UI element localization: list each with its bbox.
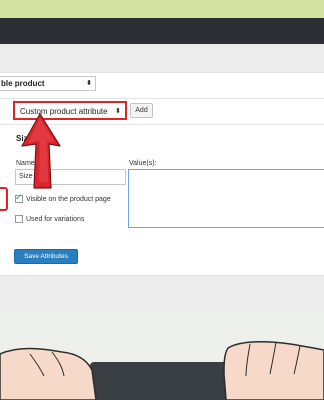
background-top: [0, 0, 324, 18]
add-attribute-button[interactable]: Add: [130, 103, 153, 118]
visible-checkbox[interactable]: [15, 192, 23, 203]
attribute-values-label: Value(s):: [129, 160, 157, 167]
visible-on-product-page-row[interactable]: Visible on the product page: [15, 192, 111, 203]
visible-label: Visible on the product page: [26, 195, 111, 203]
up-arrow-icon: [21, 113, 61, 189]
updown-chevron-icon: ⬍: [86, 80, 92, 87]
variations-label: Used for variations: [26, 215, 85, 223]
used-for-variations-row[interactable]: Used for variations: [15, 215, 84, 223]
variations-checkbox[interactable]: [15, 215, 23, 223]
monitor-bezel: [0, 18, 324, 44]
attribute-values-textarea[interactable]: [128, 169, 324, 228]
hands-illustration: [0, 340, 324, 400]
product-type-select[interactable]: ble product ⬍: [0, 76, 96, 91]
save-attributes-button[interactable]: Save Attributes: [14, 249, 78, 264]
divider: [0, 98, 324, 99]
product-type-select-value: ble product: [1, 79, 45, 88]
left-highlight-box: [0, 187, 8, 211]
updown-chevron-icon: ⬍: [115, 108, 121, 115]
